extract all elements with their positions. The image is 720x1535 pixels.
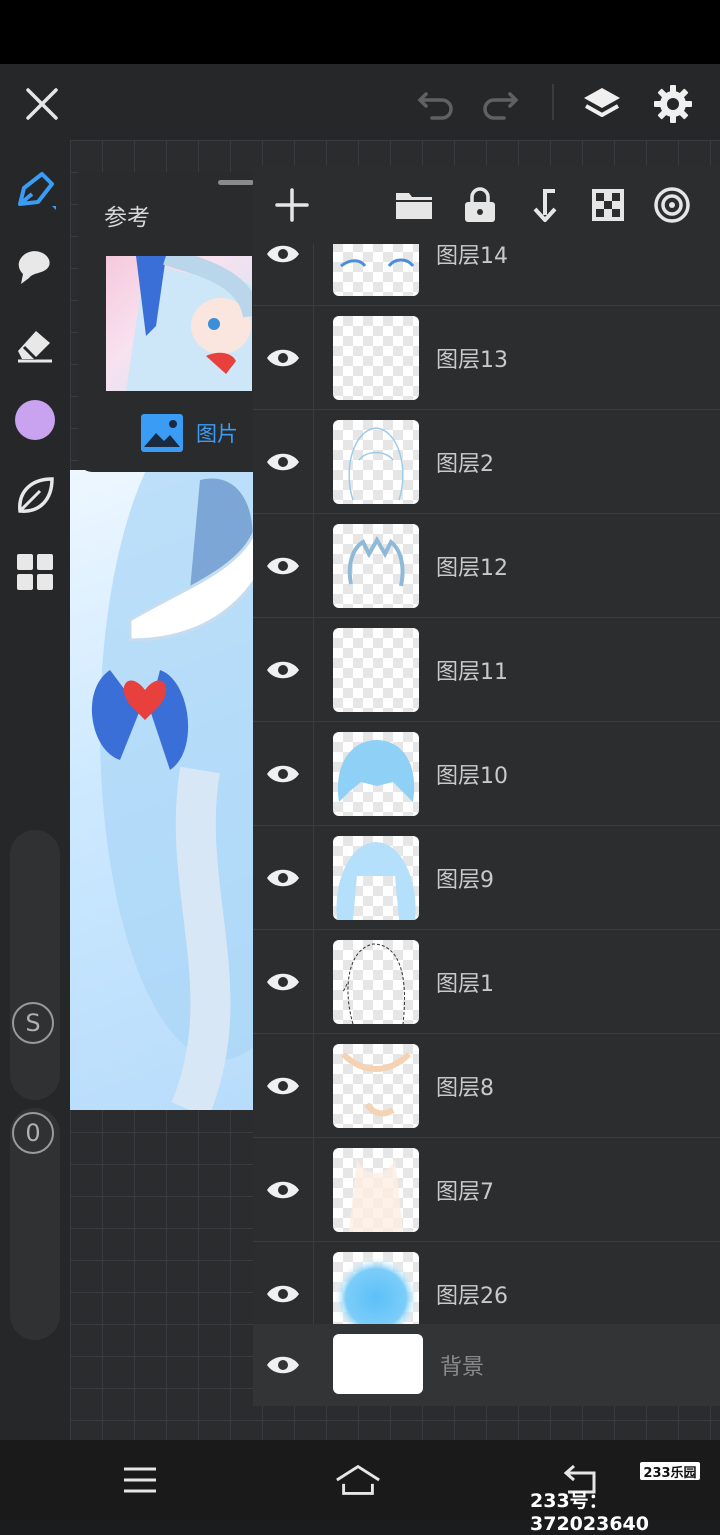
eye-icon[interactable] <box>253 514 314 617</box>
eye-icon[interactable] <box>253 722 314 825</box>
folder-icon[interactable] <box>393 184 435 226</box>
eye-icon[interactable] <box>253 306 314 409</box>
layer-row[interactable]: 图层11 <box>253 618 720 722</box>
add-layer-icon[interactable] <box>271 184 313 226</box>
leaf-tool-icon[interactable] <box>12 473 58 519</box>
layer-thumbnail <box>333 524 419 608</box>
opacity-slider-knob[interactable]: 0 <box>12 1112 54 1154</box>
eye-icon[interactable] <box>253 1324 313 1406</box>
eye-icon[interactable] <box>253 410 314 513</box>
transparency-icon[interactable] <box>587 184 629 226</box>
layer-thumbnail <box>333 940 419 1024</box>
toolbar-divider <box>552 84 554 120</box>
layer-thumbnail <box>333 244 419 296</box>
color-picker-swatch[interactable] <box>12 397 58 443</box>
layer-thumbnail <box>333 628 419 712</box>
layer-thumbnail <box>333 1334 423 1394</box>
top-toolbar <box>0 64 720 140</box>
menu-icon[interactable] <box>116 1458 164 1502</box>
brush-size-slider[interactable] <box>10 830 60 1100</box>
merge-down-icon[interactable] <box>523 184 565 226</box>
smudge-tool-icon[interactable] <box>12 245 58 291</box>
layer-row[interactable]: 图层8 <box>253 1034 720 1138</box>
undo-icon[interactable] <box>416 84 456 124</box>
brush-tool-icon[interactable] <box>12 168 58 214</box>
reference-image-button[interactable]: 图片 <box>140 412 238 454</box>
layer-name: 图层13 <box>436 347 508 373</box>
layer-name: 图层10 <box>436 763 508 789</box>
eye-icon[interactable] <box>253 826 314 929</box>
layer-row[interactable]: 图层14 <box>253 244 720 306</box>
layer-row[interactable]: 图层2 <box>253 410 720 514</box>
eye-icon[interactable] <box>253 244 314 305</box>
close-icon[interactable] <box>22 84 62 124</box>
layer-thumbnail <box>333 732 419 816</box>
home-icon[interactable] <box>334 1458 382 1502</box>
reference-panel-title: 参考 <box>104 205 150 231</box>
eraser-tool-icon[interactable] <box>12 322 58 368</box>
layer-thumbnail <box>333 1148 419 1232</box>
layer-thumbnail <box>333 1044 419 1128</box>
layer-row[interactable]: 图层12 <box>253 514 720 618</box>
current-color <box>15 400 55 440</box>
watermark-logo: 233乐园 <box>640 1462 700 1481</box>
layer-thumbnail <box>333 316 419 400</box>
redo-icon[interactable] <box>480 84 520 124</box>
gear-icon[interactable] <box>653 84 693 124</box>
target-icon[interactable] <box>651 184 693 226</box>
reference-panel-handle[interactable] <box>218 180 254 185</box>
layer-row[interactable]: 图层7 <box>253 1138 720 1242</box>
eye-icon[interactable] <box>253 618 314 721</box>
eye-icon[interactable] <box>253 1138 314 1241</box>
status-bar <box>0 0 720 64</box>
watermark-text: 233号：372023640 <box>530 1490 649 1535</box>
layer-list: 图层14 图层13 图层2 图层12 图层11 图层10 图层9 图层1 图层8… <box>253 244 720 1406</box>
layers-toolbar <box>253 166 720 244</box>
layer-name: 图层1 <box>436 971 494 997</box>
layer-row[interactable]: 图层9 <box>253 826 720 930</box>
layer-thumbnail <box>333 420 419 504</box>
eye-icon[interactable] <box>253 930 314 1033</box>
layers-icon[interactable] <box>582 84 622 124</box>
grid-tool-icon[interactable] <box>12 549 58 595</box>
lock-icon[interactable] <box>459 184 501 226</box>
layer-name: 图层7 <box>436 1179 494 1205</box>
layer-row[interactable]: 图层10 <box>253 722 720 826</box>
reference-image-label: 图片 <box>196 422 238 446</box>
layer-name: 图层9 <box>436 867 494 893</box>
eye-icon[interactable] <box>253 1034 314 1137</box>
layer-name: 背景 <box>440 1355 485 1380</box>
image-icon <box>141 414 183 452</box>
canvas-artwork <box>70 470 260 1110</box>
layer-name: 图层12 <box>436 555 508 581</box>
layer-name: 图层2 <box>436 451 494 477</box>
layer-name: 图层8 <box>436 1075 494 1101</box>
layer-row[interactable]: 图层1 <box>253 930 720 1034</box>
layer-row[interactable]: 图层13 <box>253 306 720 410</box>
size-slider-knob[interactable]: S <box>12 1002 54 1044</box>
layer-name: 图层11 <box>436 659 508 685</box>
layer-thumbnail <box>333 836 419 920</box>
layer-name: 图层14 <box>436 244 508 269</box>
layer-row-background[interactable]: 背景 <box>253 1324 720 1406</box>
reference-image[interactable] <box>106 256 252 391</box>
